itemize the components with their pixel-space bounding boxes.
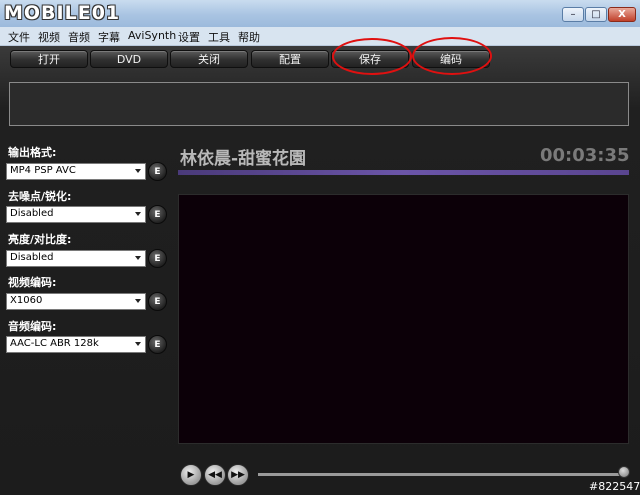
next-button[interactable]: ▶▶: [227, 464, 249, 486]
chevron-down-icon: [135, 299, 141, 303]
denoise-sharpen-dropdown[interactable]: Disabled: [6, 206, 146, 223]
menu-video[interactable]: 视频: [38, 29, 60, 45]
time-display: 00:03:35: [540, 145, 630, 166]
denoise-sharpen-edit-button[interactable]: E: [148, 205, 167, 224]
menu-subtitle[interactable]: 字幕: [98, 29, 120, 45]
brightness-contrast-value: Disabled: [10, 252, 54, 263]
maximize-button[interactable]: □: [585, 7, 607, 22]
highlight-circle-encode: [412, 37, 492, 75]
output-format-value: MP4 PSP AVC: [10, 165, 76, 176]
close-file-button[interactable]: 关闭: [170, 50, 248, 68]
brightness-contrast-dropdown[interactable]: Disabled: [6, 250, 146, 267]
video-codec-edit-button[interactable]: E: [148, 292, 167, 311]
config-button[interactable]: 配置: [251, 50, 329, 68]
title-bar: MOBILE01 – □ X: [0, 0, 640, 28]
denoise-sharpen-label: 去噪点/锐化:: [8, 190, 72, 203]
audio-codec-value: AAC-LC ABR 128k: [10, 338, 99, 349]
media-title: 林依晨-甜蜜花園: [180, 149, 307, 169]
previous-button[interactable]: ◀◀: [204, 464, 226, 486]
menu-help[interactable]: 帮助: [238, 29, 260, 45]
video-preview: [178, 194, 629, 444]
info-display-panel: [9, 82, 629, 126]
dvd-button[interactable]: DVD: [90, 50, 168, 68]
audio-codec-edit-button[interactable]: E: [148, 335, 167, 354]
close-window-button[interactable]: X: [608, 7, 636, 22]
app-logo: MOBILE01: [4, 2, 121, 24]
menu-audio[interactable]: 音频: [68, 29, 90, 45]
minimize-button[interactable]: –: [562, 7, 584, 22]
chevron-down-icon: [135, 342, 141, 346]
video-codec-dropdown[interactable]: X1060: [6, 293, 146, 310]
chevron-down-icon: [135, 169, 141, 173]
chevron-down-icon: [135, 212, 141, 216]
audio-codec-label: 音频编码:: [8, 320, 57, 333]
seek-slider-track[interactable]: [258, 473, 628, 476]
menu-bar: 文件 视频 音频 字幕 AviSynth 设置 工具 帮助: [0, 27, 640, 46]
denoise-sharpen-value: Disabled: [10, 208, 54, 219]
video-codec-value: X1060: [10, 295, 43, 306]
menu-avisynth[interactable]: AviSynth: [128, 29, 176, 42]
chevron-down-icon: [135, 256, 141, 260]
menu-file[interactable]: 文件: [8, 29, 30, 45]
menu-tools[interactable]: 工具: [208, 29, 230, 45]
audio-codec-dropdown[interactable]: AAC-LC ABR 128k: [6, 336, 146, 353]
output-format-dropdown[interactable]: MP4 PSP AVC: [6, 163, 146, 180]
watermark-text: #822547: [589, 480, 640, 493]
menu-settings[interactable]: 设置: [178, 29, 200, 45]
output-format-edit-button[interactable]: E: [148, 162, 167, 181]
highlight-circle-save: [332, 38, 412, 75]
open-button[interactable]: 打开: [10, 50, 88, 68]
seek-slider-handle[interactable]: [618, 466, 630, 478]
position-bar: [178, 170, 629, 175]
brightness-contrast-label: 亮度/对比度:: [8, 233, 72, 246]
brightness-contrast-edit-button[interactable]: E: [148, 249, 167, 268]
app-body: 打开 DVD 关闭 配置 保存 编码 输出格式: MP4 PSP AVC E 去…: [0, 37, 640, 495]
play-button[interactable]: ▶: [180, 464, 202, 486]
video-codec-label: 视频编码:: [8, 276, 57, 289]
output-format-label: 输出格式:: [8, 146, 57, 159]
